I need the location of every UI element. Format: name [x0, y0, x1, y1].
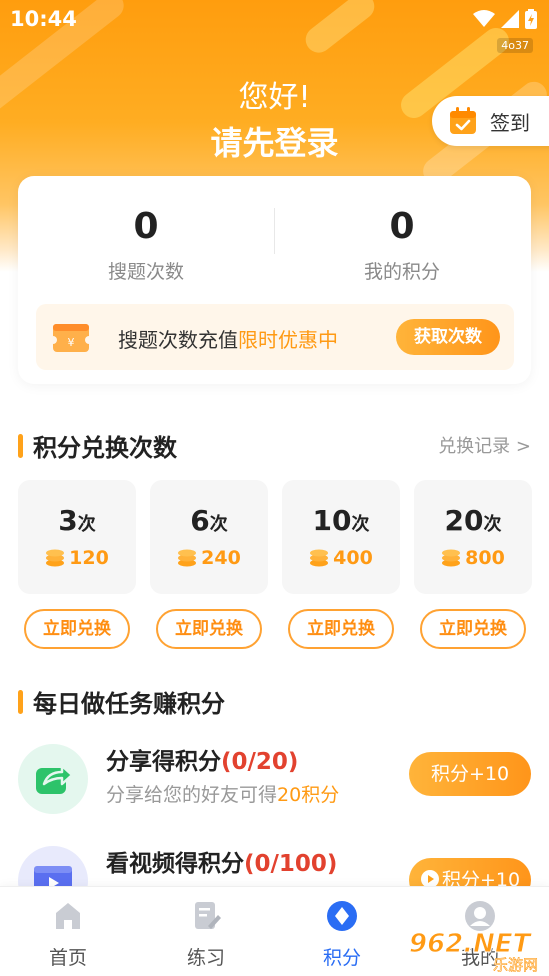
signin-label: 签到	[490, 110, 530, 135]
package-count: 3	[58, 504, 78, 537]
points-caption: 我的积分	[363, 261, 440, 283]
status-time: 10:44	[10, 7, 77, 31]
exchange-records-link[interactable]: 兑换记录 >	[438, 432, 531, 458]
tab-label: 积分	[322, 947, 361, 969]
redeem-button[interactable]: 立即兑换	[288, 609, 394, 649]
search-count-value: 0	[133, 206, 159, 247]
package-cost: 400	[333, 547, 373, 569]
task-progress: (0/100)	[244, 851, 338, 877]
coin-icon	[310, 549, 329, 567]
tasks-section-title: 每日做任务赚积分	[18, 684, 225, 719]
coin-icon	[178, 549, 197, 567]
search-count-stat[interactable]: 0 搜题次数	[18, 206, 274, 284]
points-stat[interactable]: 0 我的积分	[274, 206, 530, 284]
signal-icon	[501, 10, 519, 28]
task-item-share: 分享得积分(0/20) 分享给您的好友可得20积分 积分+10	[18, 738, 531, 818]
wifi-icon	[473, 10, 495, 27]
calendar-check-icon	[450, 107, 476, 134]
redeem-button[interactable]: 立即兑换	[156, 609, 262, 649]
package-unit: 次	[77, 514, 96, 535]
recharge-promo[interactable]: ¥ 搜题次数充值限时优惠中 获取次数	[36, 304, 514, 370]
status-bar: 10:44 4o37	[0, 0, 549, 53]
tab-points[interactable]: 积分	[292, 899, 392, 970]
tasks-title: 每日做任务赚积分	[33, 690, 225, 718]
battery-icon	[525, 9, 537, 29]
exchange-section-title: 积分兑换次数	[18, 428, 177, 463]
edit-document-icon	[195, 902, 221, 929]
package-card[interactable]: 10次 400	[282, 480, 400, 594]
task-name: 看视频得积分	[106, 851, 244, 877]
account-summary-card: 0 搜题次数 0 我的积分 ¥ 搜题次数充值限时优惠中 获取次数	[18, 176, 531, 384]
package-card[interactable]: 20次 800	[414, 480, 532, 594]
promo-text: 搜题次数充值	[118, 328, 238, 352]
package-unit: 次	[351, 514, 370, 535]
watermark-sub: 乐游网	[493, 956, 538, 972]
package-cost: 240	[201, 547, 241, 569]
package-cost: 120	[69, 547, 109, 569]
package-count: 6	[190, 504, 210, 537]
share-task-button[interactable]: 积分+10	[409, 752, 531, 796]
package-count: 10	[312, 504, 352, 537]
promo-highlight: 限时优惠中	[238, 328, 338, 352]
coin-icon	[46, 549, 65, 567]
search-count-caption: 搜题次数	[107, 261, 184, 283]
site-watermark: 962.NET 乐游网	[407, 926, 543, 975]
package-unit: 次	[483, 514, 502, 535]
watermark-brand: 962.NET	[409, 929, 533, 959]
exchange-title: 积分兑换次数	[33, 434, 177, 462]
task-desc: 分享给您的好友可得	[106, 784, 278, 806]
tab-label: 首页	[48, 947, 87, 969]
package-card[interactable]: 6次 240	[150, 480, 268, 594]
home-icon	[56, 903, 80, 929]
share-icon	[18, 744, 88, 814]
tab-practice[interactable]: 练习	[156, 899, 256, 970]
points-diamond-icon	[327, 901, 357, 931]
package-count: 20	[444, 504, 484, 537]
redeem-button[interactable]: 立即兑换	[420, 609, 526, 649]
task-name: 分享得积分	[106, 749, 221, 775]
task-progress: (0/20)	[221, 749, 299, 775]
task-desc-highlight: 20积分	[277, 784, 340, 806]
status-tag: 4o37	[497, 38, 533, 53]
svg-text:¥: ¥	[68, 336, 75, 349]
signin-button[interactable]: 签到	[432, 96, 549, 146]
package-card[interactable]: 3次 120	[18, 480, 136, 594]
tab-home[interactable]: 首页	[18, 899, 118, 970]
package-cost: 800	[465, 547, 505, 569]
tab-label: 练习	[186, 947, 225, 969]
coupon-icon: ¥	[52, 324, 90, 352]
redeem-button[interactable]: 立即兑换	[24, 609, 130, 649]
points-value: 0	[389, 206, 415, 247]
coin-icon	[442, 549, 461, 567]
package-unit: 次	[209, 514, 228, 535]
get-count-button[interactable]: 获取次数	[396, 319, 500, 355]
